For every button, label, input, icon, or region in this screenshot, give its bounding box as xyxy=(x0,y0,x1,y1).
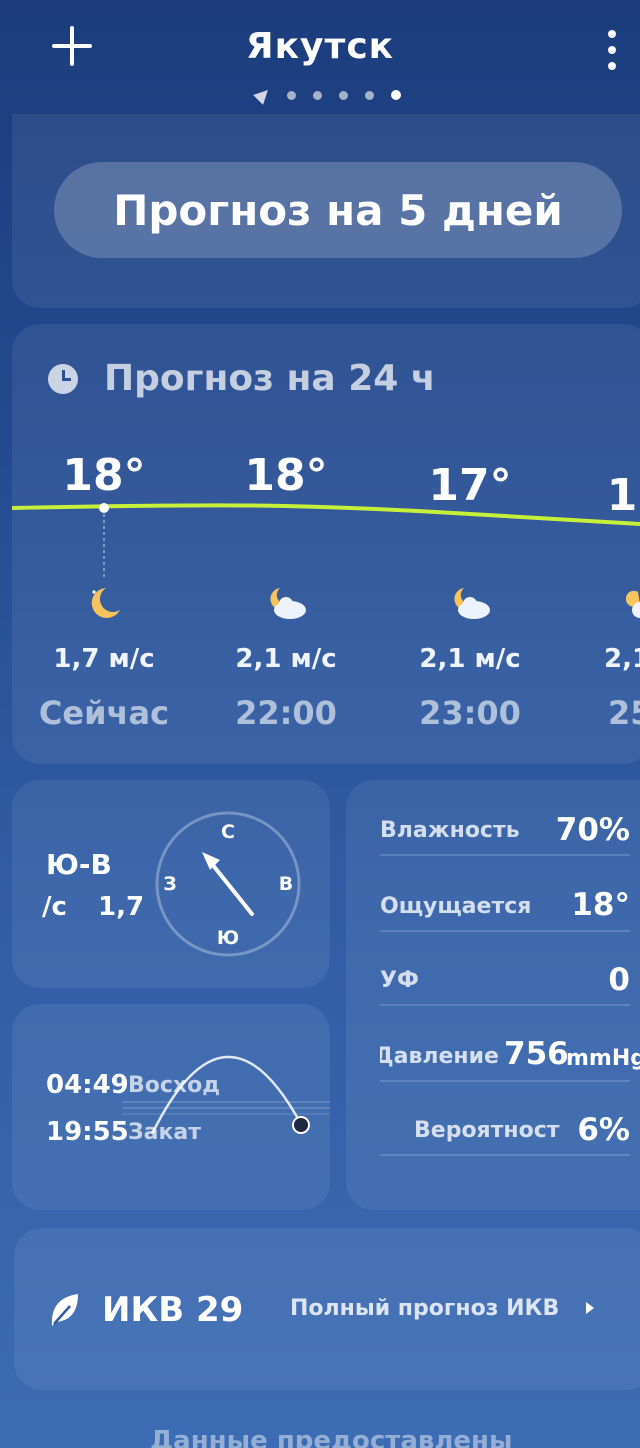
hour-wind: 1,7 м/с xyxy=(53,644,155,674)
divider xyxy=(380,854,630,856)
leaf-icon xyxy=(51,1294,78,1326)
pressure-unit: mmHg xyxy=(566,1046,640,1071)
precip-probability-label: Вероятност xyxy=(414,1118,560,1143)
data-source-footer: Данные предоставлены xyxy=(150,1426,513,1448)
uv-value: 0 xyxy=(608,962,630,998)
wind-arrow-icon xyxy=(202,852,220,870)
page-dot xyxy=(313,90,322,100)
hour-wind: 2,1 xyxy=(604,644,640,674)
hour-time: Сейчас xyxy=(38,694,170,732)
page-dot-active xyxy=(391,90,401,100)
sunset-time: 19:55 xyxy=(46,1117,129,1147)
humidity-label: Влажность xyxy=(380,818,520,843)
hour-time: 25 xyxy=(608,694,640,732)
pressure-value: 756 xyxy=(504,1036,569,1072)
sunset-label: Закат xyxy=(128,1120,202,1145)
city-title: Якутск xyxy=(245,26,395,67)
page-dot xyxy=(287,90,296,100)
wind-direction: Ю-В xyxy=(46,848,112,881)
hour-time: 22:00 xyxy=(235,694,337,732)
add-city-button[interactable] xyxy=(48,22,96,70)
divider xyxy=(380,1004,630,1006)
more-menu-button[interactable] xyxy=(600,28,624,72)
moon-icon xyxy=(91,588,120,618)
pressure-row: Давление 756 mmHg xyxy=(380,1036,640,1076)
pressure-label: Давление xyxy=(380,1044,499,1069)
partly-cloudy-night-icon xyxy=(454,588,490,619)
uv-label: УФ xyxy=(380,968,419,993)
sunrise-label: Восход xyxy=(128,1073,220,1098)
five-day-forecast-button[interactable]: Прогноз на 5 дней xyxy=(54,162,622,258)
feels-like-value: 18° xyxy=(571,887,630,923)
sun-arc xyxy=(122,1055,330,1135)
divider xyxy=(380,930,630,932)
sun-position-icon xyxy=(292,1116,310,1134)
hour-temp: 18° xyxy=(244,450,328,501)
location-arrow-icon xyxy=(253,85,273,105)
partly-cloudy-night-icon xyxy=(626,590,640,618)
hour-time: 23:00 xyxy=(419,694,521,732)
clock-icon xyxy=(48,364,78,394)
aqi-full-forecast-link[interactable]: Полный прогноз ИКВ xyxy=(290,1296,559,1321)
divider xyxy=(380,1154,630,1156)
hour-temp: 18° xyxy=(62,450,146,501)
humidity-value: 70% xyxy=(555,812,630,848)
chevron-right-icon xyxy=(586,1302,594,1314)
feels-like-label: Ощущается xyxy=(380,894,532,919)
compass-w: З xyxy=(163,873,177,895)
page-dot xyxy=(365,90,374,100)
hour-wind: 2,1 м/с xyxy=(419,644,521,674)
now-marker-dot xyxy=(99,503,109,513)
hour-wind: 2,1 м/с xyxy=(235,644,337,674)
page-indicator xyxy=(253,85,401,105)
aqi-value: ИКВ 29 xyxy=(102,1290,244,1330)
wind-unit: /с xyxy=(42,892,67,922)
page-dot xyxy=(339,90,348,100)
wind-speed: 1,7 xyxy=(98,892,145,922)
compass-e: В xyxy=(279,873,293,895)
precip-probability-value: 6% xyxy=(577,1112,630,1148)
hourly-title: Прогноз на 24 ч xyxy=(104,358,436,399)
hour-temp: 1 xyxy=(606,470,638,521)
partly-cloudy-night-icon xyxy=(270,588,306,619)
compass-s: Ю xyxy=(217,927,239,949)
sunrise-time: 04:49 xyxy=(46,1070,129,1100)
compass-n: С xyxy=(221,821,235,843)
divider xyxy=(380,1080,630,1082)
wind-compass: С В Ю З xyxy=(155,811,301,957)
